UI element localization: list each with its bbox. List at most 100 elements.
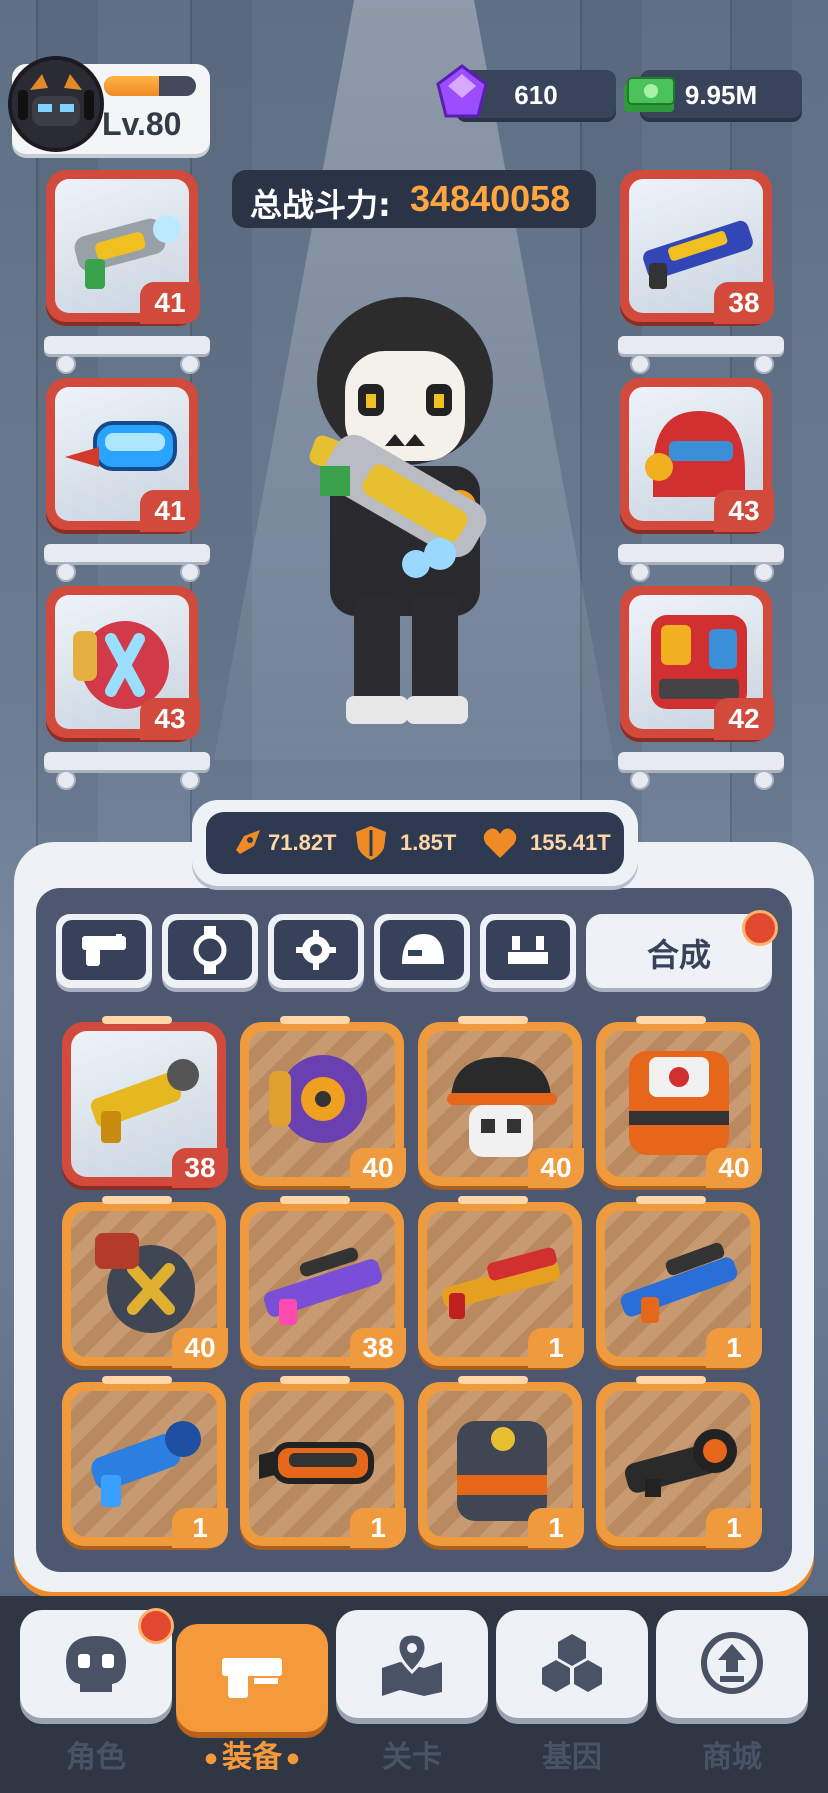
map-pin-icon <box>382 1632 442 1696</box>
card-highlight <box>636 1196 706 1204</box>
xp-bar <box>104 76 196 96</box>
inventory-item[interactable]: 40 <box>418 1016 584 1188</box>
equipped-slot-helmet[interactable]: 43 <box>620 378 774 532</box>
nav-label-shop: 商城 <box>702 1740 762 1775</box>
notification-dot <box>138 1608 174 1644</box>
tab-gear[interactable] <box>268 914 364 988</box>
shelf-peg <box>180 354 200 374</box>
watch-icon <box>193 926 227 974</box>
nav-genes[interactable] <box>496 1610 648 1718</box>
character-model[interactable] <box>290 296 520 736</box>
item-level: 38 <box>714 282 774 324</box>
tab-armor[interactable] <box>480 914 576 988</box>
inventory-item[interactable]: 40 <box>596 1016 762 1188</box>
card-highlight <box>102 1196 172 1204</box>
card-highlight <box>636 1376 706 1384</box>
total-power-label: 总战斗力: <box>250 186 391 224</box>
inventory-item[interactable]: 40 <box>62 1196 228 1368</box>
shelf-peg <box>630 354 650 374</box>
tab-weapons[interactable] <box>56 914 152 988</box>
item-level: 1 <box>172 1508 228 1548</box>
skull-icon <box>66 1636 126 1692</box>
item-level: 1 <box>706 1508 762 1548</box>
total-power-banner: 总战斗力: 34840058 <box>232 170 596 228</box>
inventory-item[interactable]: 1 <box>418 1196 584 1368</box>
item-level: 40 <box>706 1148 762 1188</box>
card-highlight <box>636 1016 706 1024</box>
equipped-slot-goggles[interactable]: 41 <box>46 378 200 532</box>
card-highlight <box>458 1196 528 1204</box>
item-level: 41 <box>140 490 200 532</box>
equipped-slot-weapon[interactable]: 41 <box>46 170 200 324</box>
shelf <box>44 544 210 562</box>
inventory-item[interactable]: 1 <box>596 1376 762 1548</box>
tab-helmets[interactable] <box>374 914 470 988</box>
health-stat: 155.41T <box>530 830 611 855</box>
item-level: 1 <box>350 1508 406 1548</box>
shelf <box>618 544 784 562</box>
inventory-item[interactable]: 1 <box>418 1376 584 1548</box>
item-level: 40 <box>172 1328 228 1368</box>
inventory-item[interactable]: 1 <box>596 1196 762 1368</box>
shelf <box>44 752 210 770</box>
item-level: 1 <box>528 1508 584 1548</box>
shelf-peg <box>180 770 200 790</box>
gem-icon <box>436 64 488 124</box>
inventory-item[interactable]: 38 <box>240 1196 406 1368</box>
nav-label-equipment: ● 装备 ● <box>204 1740 300 1775</box>
inventory-item[interactable]: 1 <box>62 1376 228 1548</box>
shelf-peg <box>754 562 774 582</box>
shelf-peg <box>56 770 76 790</box>
attack-stat: 71.82T <box>268 830 337 855</box>
gear-icon <box>296 930 336 970</box>
total-power-value: 34840058 <box>410 178 571 219</box>
shelf <box>44 336 210 354</box>
shelf <box>618 752 784 770</box>
nav-equipment[interactable] <box>176 1624 328 1732</box>
item-level: 1 <box>528 1328 584 1368</box>
card-highlight <box>458 1376 528 1384</box>
equipped-slot-gauntlet[interactable]: 43 <box>46 586 200 740</box>
card-highlight <box>280 1376 350 1384</box>
heart-icon <box>483 828 517 858</box>
gun-icon <box>222 1658 282 1698</box>
item-level: 42 <box>714 698 774 740</box>
card-highlight <box>280 1196 350 1204</box>
card-highlight <box>102 1016 172 1024</box>
notification-dot <box>742 910 778 946</box>
item-level: 38 <box>350 1328 406 1368</box>
avatar[interactable] <box>8 56 104 152</box>
xp-bar-fill <box>104 76 160 96</box>
item-level: 1 <box>706 1328 762 1368</box>
item-level: 43 <box>714 490 774 532</box>
player-level: Lv.80 <box>102 106 182 142</box>
item-level: 38 <box>172 1148 228 1188</box>
item-level: 43 <box>140 698 200 740</box>
shelf-peg <box>630 562 650 582</box>
equipped-slot-rifle[interactable]: 38 <box>620 170 774 324</box>
shelf-peg <box>630 770 650 790</box>
nav-label-character: 角色 <box>66 1740 126 1775</box>
hexagons-icon <box>542 1634 602 1692</box>
shelf <box>618 336 784 354</box>
shield-icon <box>356 826 386 860</box>
equipped-slot-armor[interactable]: 42 <box>620 586 774 740</box>
inventory-item[interactable]: 38 <box>62 1016 228 1188</box>
tab-accessories[interactable] <box>162 914 258 988</box>
defense-stat: 1.85T <box>400 830 457 855</box>
shelf-peg <box>56 354 76 374</box>
cash-icon <box>620 72 678 116</box>
card-highlight <box>458 1016 528 1024</box>
nav-shop[interactable] <box>656 1610 808 1718</box>
inventory-item[interactable]: 1 <box>240 1376 406 1548</box>
shop-icon <box>701 1632 763 1694</box>
item-level: 40 <box>350 1148 406 1188</box>
inventory-item[interactable]: 40 <box>240 1016 406 1188</box>
armor-icon <box>508 936 548 964</box>
card-highlight <box>102 1376 172 1384</box>
item-level: 41 <box>140 282 200 324</box>
rocket-icon <box>236 830 260 854</box>
shelf-peg <box>754 770 774 790</box>
nav-stages[interactable] <box>336 1610 488 1718</box>
card-highlight <box>280 1016 350 1024</box>
